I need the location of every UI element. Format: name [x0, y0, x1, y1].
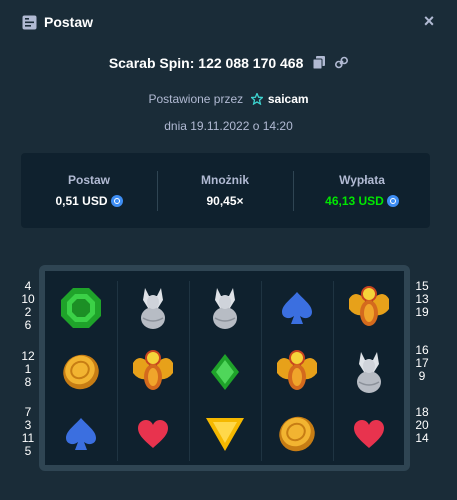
paylines-right-bottom: 18 20 14 [412, 406, 432, 445]
close-icon[interactable]: × [420, 11, 438, 33]
stat-bet-label: Postaw [67, 173, 110, 187]
stat-bet: Postaw 0,51 USD [21, 153, 157, 228]
modal-header: Postaw × [0, 0, 457, 46]
game-id-line: Scarab Spin: 122 088 170 468 [0, 55, 457, 72]
stat-multiplier-value: 90,45× [206, 194, 244, 208]
wolf-icon [195, 279, 255, 337]
reel-divider [333, 281, 334, 461]
scarab-icon [339, 279, 399, 337]
payline-number: 9 [418, 369, 426, 383]
slot-reels [39, 265, 410, 471]
paylines-right-mid: 16 17 9 [412, 344, 432, 383]
scarab-icon [267, 343, 327, 401]
payline-number: 14 [415, 431, 429, 445]
reel-divider [261, 281, 262, 461]
payline-number: 5 [24, 444, 32, 458]
stat-payout-label: Wypłata [339, 173, 385, 187]
placed-by-label: Postawione przez [148, 92, 244, 106]
paylines-left-top: 4 10 2 6 [18, 280, 38, 332]
wolf-icon [123, 279, 183, 337]
placed-by: Postawione przez saicam [0, 91, 457, 108]
star-icon [249, 91, 264, 108]
ticket-icon [22, 15, 37, 30]
stat-payout: Wypłata 46,13 USD [294, 153, 430, 228]
copy-icon[interactable] [312, 56, 326, 72]
stat-multiplier: Mnożnik 90,45× [157, 153, 293, 228]
bet-date: dnia 19.11.2022 o 14:20 [164, 119, 293, 133]
coin-icon [267, 405, 327, 463]
modal-title: Postaw [44, 14, 94, 30]
reel-divider [117, 281, 118, 461]
link-icon[interactable] [335, 56, 349, 72]
payline-number: 19 [415, 305, 429, 319]
stat-multiplier-label: Mnożnik [201, 173, 249, 187]
username-link[interactable]: saicam [268, 92, 309, 106]
spade-icon [267, 279, 327, 337]
coin-icon [51, 343, 111, 401]
heart-icon [123, 405, 183, 463]
usd-coin-icon [110, 195, 123, 207]
scarab-icon [123, 343, 183, 401]
paylines-right-top: 15 13 19 [412, 280, 432, 319]
payout-amount: 46,13 USD [325, 194, 384, 208]
spade-icon [51, 405, 111, 463]
bet-stats-panel: Postaw 0,51 USD Mnożnik 90,45× Wypłata 4… [21, 153, 430, 228]
stat-payout-value: 46,13 USD [294, 194, 430, 208]
wolf-icon [339, 343, 399, 401]
yellow-triangle-gem-icon [195, 405, 255, 463]
game-id-text: Scarab Spin: 122 088 170 468 [108, 55, 304, 71]
paylines-left-mid: 12 1 8 [18, 350, 38, 389]
payline-number: 6 [24, 318, 32, 332]
heart-icon [339, 405, 399, 463]
bet-amount: 0,51 USD [55, 194, 108, 208]
green-diamond-icon [195, 343, 255, 401]
green-gem-icon [51, 279, 111, 337]
reel-divider [189, 281, 190, 461]
usd-coin-icon [386, 195, 399, 207]
stat-bet-value: 0,51 USD [21, 194, 157, 208]
paylines-left-bottom: 7 3 11 5 [18, 406, 38, 458]
payline-number: 8 [24, 375, 32, 389]
